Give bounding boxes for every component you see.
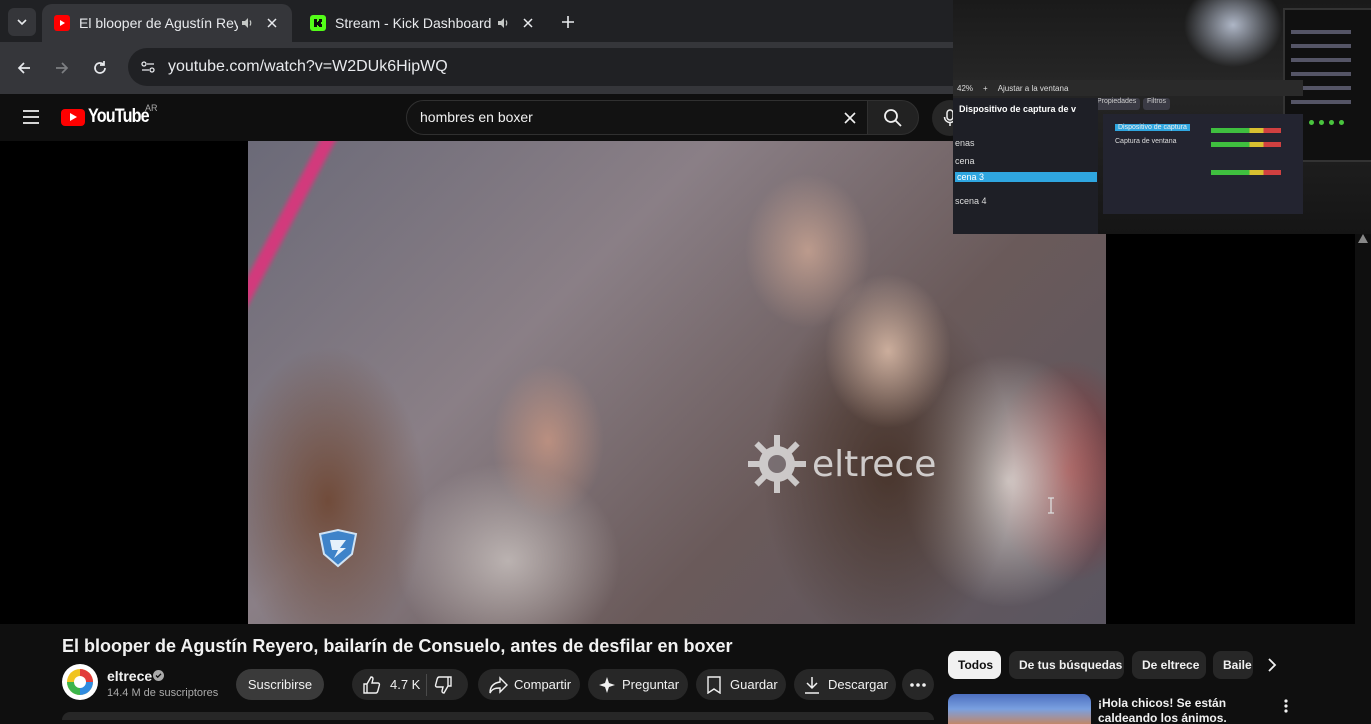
thumbs-down-icon bbox=[435, 675, 453, 694]
obs-scene: enas bbox=[955, 138, 975, 148]
obs-source-item: Dispositivo de captura bbox=[1115, 124, 1190, 131]
obs-filters-button: Filtros bbox=[1143, 98, 1171, 110]
share-icon bbox=[488, 675, 508, 694]
youtube-wordmark: YouTube bbox=[88, 106, 150, 127]
like-count[interactable]: 4.7 K bbox=[390, 677, 420, 692]
chips-next-button[interactable] bbox=[1258, 651, 1286, 679]
forward-button[interactable] bbox=[48, 54, 76, 82]
obs-source-label: Dispositivo de captura de v bbox=[959, 104, 1077, 114]
obs-scene: cena bbox=[955, 156, 975, 166]
more-horizontal-icon bbox=[910, 682, 926, 687]
recommended-menu-button[interactable] bbox=[1278, 696, 1294, 716]
new-tab-button[interactable] bbox=[556, 10, 580, 34]
more-actions-button[interactable] bbox=[902, 669, 934, 700]
obs-preview-bar: 42% + Ajustar a la ventana bbox=[953, 80, 1303, 96]
ask-button[interactable]: Preguntar bbox=[588, 669, 688, 700]
chip-from-searches[interactable]: De tus búsquedas bbox=[1009, 651, 1124, 679]
arrow-right-icon bbox=[56, 62, 69, 74]
save-button[interactable]: Guardar bbox=[696, 669, 786, 700]
obs-source-item: Captura de ventana bbox=[1115, 138, 1177, 145]
dislike-button[interactable] bbox=[433, 675, 453, 695]
reload-icon bbox=[94, 61, 106, 74]
text-cursor-icon bbox=[1048, 497, 1054, 514]
watermark-text: eltrece bbox=[812, 443, 937, 485]
recommended-title[interactable]: ¡Hola chicos! Se están caldeando los áni… bbox=[1098, 696, 1248, 722]
bookmark-icon bbox=[706, 675, 722, 694]
reload-button[interactable] bbox=[86, 54, 114, 82]
audio-meter bbox=[1211, 170, 1281, 175]
tab-search-button[interactable] bbox=[8, 8, 36, 36]
webcam-overlay: 42% + Ajustar a la ventana Propiedades F… bbox=[953, 0, 1371, 234]
eltrece-watermark: eltrece bbox=[746, 433, 936, 495]
channel-name[interactable]: eltrece bbox=[107, 668, 152, 684]
url-text[interactable]: youtube.com/watch?v=W2DUk6HipWQ bbox=[168, 58, 448, 76]
obs-plus-icon: + bbox=[983, 83, 988, 93]
scroll-up-arrow-icon[interactable] bbox=[1358, 234, 1368, 243]
hamburger-icon bbox=[23, 110, 39, 124]
audio-meter bbox=[1211, 128, 1281, 133]
sparkle-icon bbox=[598, 676, 616, 694]
close-tab-icon[interactable] bbox=[262, 13, 282, 33]
address-bar[interactable]: youtube.com/watch?v=W2DUk6HipWQ bbox=[128, 48, 988, 86]
speaker-icon[interactable] bbox=[494, 16, 512, 30]
site-info-icon[interactable] bbox=[136, 55, 160, 79]
obs-zoom: 42% bbox=[957, 83, 974, 93]
obs-scenes-panel: Dispositivo de captura de v enas cena ce… bbox=[953, 98, 1098, 234]
tab-title: El blooper de Agustín Reyero bbox=[79, 15, 238, 31]
save-label: Guardar bbox=[730, 677, 778, 692]
like-button[interactable] bbox=[362, 675, 382, 695]
tab-title: Stream - Kick Dashboard bbox=[335, 15, 492, 31]
download-button[interactable]: Descargar bbox=[794, 669, 896, 700]
kick-icon bbox=[310, 15, 326, 31]
tab-youtube[interactable]: El blooper de Agustín Reyero bbox=[42, 4, 292, 42]
verified-badge-icon bbox=[153, 670, 164, 681]
eltrece-gear-icon bbox=[748, 435, 806, 493]
youtube-play-icon bbox=[61, 108, 85, 126]
search-query[interactable]: hombres en boxer bbox=[420, 109, 533, 125]
download-icon bbox=[804, 676, 820, 694]
search-button[interactable] bbox=[867, 100, 919, 135]
more-vertical-icon bbox=[1284, 699, 1288, 713]
tab-kick[interactable]: Stream - Kick Dashboard bbox=[298, 4, 548, 42]
audio-meter bbox=[1211, 142, 1281, 147]
chevron-right-icon bbox=[1268, 658, 1277, 672]
close-tab-icon[interactable] bbox=[518, 13, 538, 33]
obs-properties-button: Propiedades bbox=[1093, 98, 1141, 110]
divider bbox=[426, 673, 428, 696]
download-label: Descargar bbox=[828, 677, 888, 692]
back-button[interactable] bbox=[10, 54, 38, 82]
channel-bug-logo bbox=[314, 526, 362, 570]
search-input[interactable]: hombres en boxer bbox=[406, 100, 868, 135]
youtube-icon bbox=[54, 15, 70, 31]
guide-menu-button[interactable] bbox=[18, 104, 44, 130]
thumbs-up-icon bbox=[363, 675, 381, 694]
subscriber-count: 14.4 M de suscriptores bbox=[107, 687, 219, 699]
plus-icon bbox=[562, 16, 574, 28]
video-title: El blooper de Agustín Reyero, bailarín d… bbox=[62, 636, 733, 656]
chip-from-channel[interactable]: De eltrece bbox=[1132, 651, 1206, 679]
share-label: Compartir bbox=[514, 677, 572, 692]
stage-light-stripe bbox=[248, 141, 339, 313]
chip-all[interactable]: Todos bbox=[948, 651, 1001, 679]
search-icon bbox=[884, 108, 902, 127]
channel-avatar[interactable] bbox=[62, 664, 98, 700]
arrow-left-icon bbox=[17, 62, 30, 74]
ask-label: Preguntar bbox=[622, 677, 680, 692]
share-button[interactable]: Compartir bbox=[478, 669, 580, 700]
like-dislike-group: 4.7 K bbox=[352, 669, 468, 700]
clear-search-icon[interactable] bbox=[837, 105, 863, 131]
chevron-down-icon bbox=[17, 19, 27, 26]
subscribe-button[interactable]: Suscribirse bbox=[236, 669, 324, 700]
obs-scene-selected: cena 3 bbox=[955, 172, 1097, 182]
youtube-logo[interactable]: YouTube AR bbox=[61, 103, 159, 128]
obs-scene: scena 4 bbox=[955, 196, 987, 206]
obs-fit-label: Ajustar a la ventana bbox=[997, 83, 1069, 93]
speaker-icon[interactable] bbox=[238, 16, 256, 30]
country-code: AR bbox=[145, 103, 158, 113]
chip-dance[interactable]: Baile bbox=[1213, 651, 1253, 679]
description-box[interactable] bbox=[62, 712, 934, 720]
